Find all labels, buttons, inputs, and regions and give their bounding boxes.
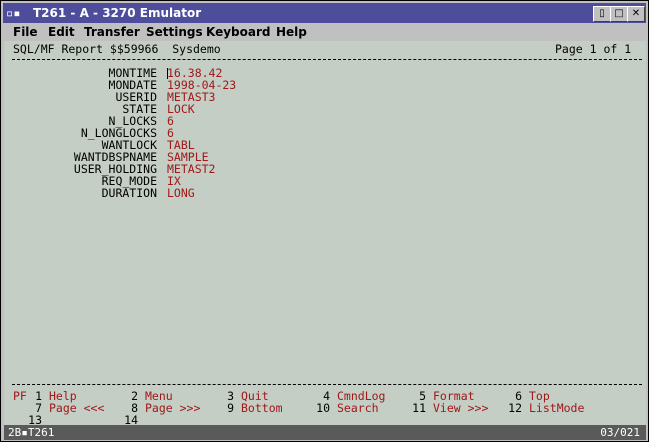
pf-key-label[interactable]: Page <<< [49, 402, 104, 414]
session-indicator: 2B▪T261 [8, 426, 55, 439]
menu-edit[interactable]: Edit [48, 24, 75, 40]
menu-settings[interactable]: Settings [146, 24, 203, 40]
pf-key-number: 10 [316, 401, 330, 415]
pf-key-label[interactable]: Page >>> [145, 402, 200, 414]
menu-file[interactable]: File [13, 24, 38, 40]
menu-keyboard[interactable]: Keyboard [206, 24, 271, 40]
report-header: SQL/MF Report $$59966 Sysdemo [13, 42, 221, 56]
header-divider [12, 59, 642, 60]
field-value: LONG [167, 186, 195, 200]
restore-button[interactable]: □ [610, 6, 628, 22]
title-bar[interactable]: ▫▪ T261 - A - 3270 Emulator ▯ □ ✕ [3, 3, 646, 23]
close-button[interactable]: ✕ [627, 6, 645, 22]
emulator-window: ▫▪ T261 - A - 3270 Emulator ▯ □ ✕ File E… [0, 0, 649, 442]
window-title: T261 - A - 3270 Emulator [33, 6, 202, 20]
footer-divider [12, 384, 642, 385]
cursor-position: 03/021 [600, 426, 640, 439]
pf-key-number: 9 [227, 401, 234, 415]
text-cursor [167, 68, 168, 79]
menu-bar: File Edit Transfer Settings Keyboard Hel… [3, 23, 646, 41]
status-bar: 2B▪T261 03/021 [4, 425, 646, 440]
minimize-button[interactable]: ▯ [593, 6, 611, 22]
pf-key-label[interactable]: View >>> [433, 402, 488, 414]
menu-transfer[interactable]: Transfer [84, 24, 140, 40]
pf-key-label[interactable]: Search [337, 402, 379, 414]
pf-key-label[interactable]: ListMode [529, 402, 584, 414]
field-label: DURATION [101, 186, 157, 200]
pf-key-number: 12 [508, 401, 522, 415]
page-indicator: Page 1 of 1 [555, 42, 632, 56]
terminal-screen[interactable]: SQL/MF Report $$59966 Sysdemo Page 1 of … [4, 41, 646, 426]
pf-key-label[interactable]: Bottom [241, 402, 283, 414]
menu-help[interactable]: Help [276, 24, 307, 40]
pf-key-number: 11 [412, 401, 426, 415]
terminal-icon[interactable]: ▫▪ [6, 6, 22, 20]
